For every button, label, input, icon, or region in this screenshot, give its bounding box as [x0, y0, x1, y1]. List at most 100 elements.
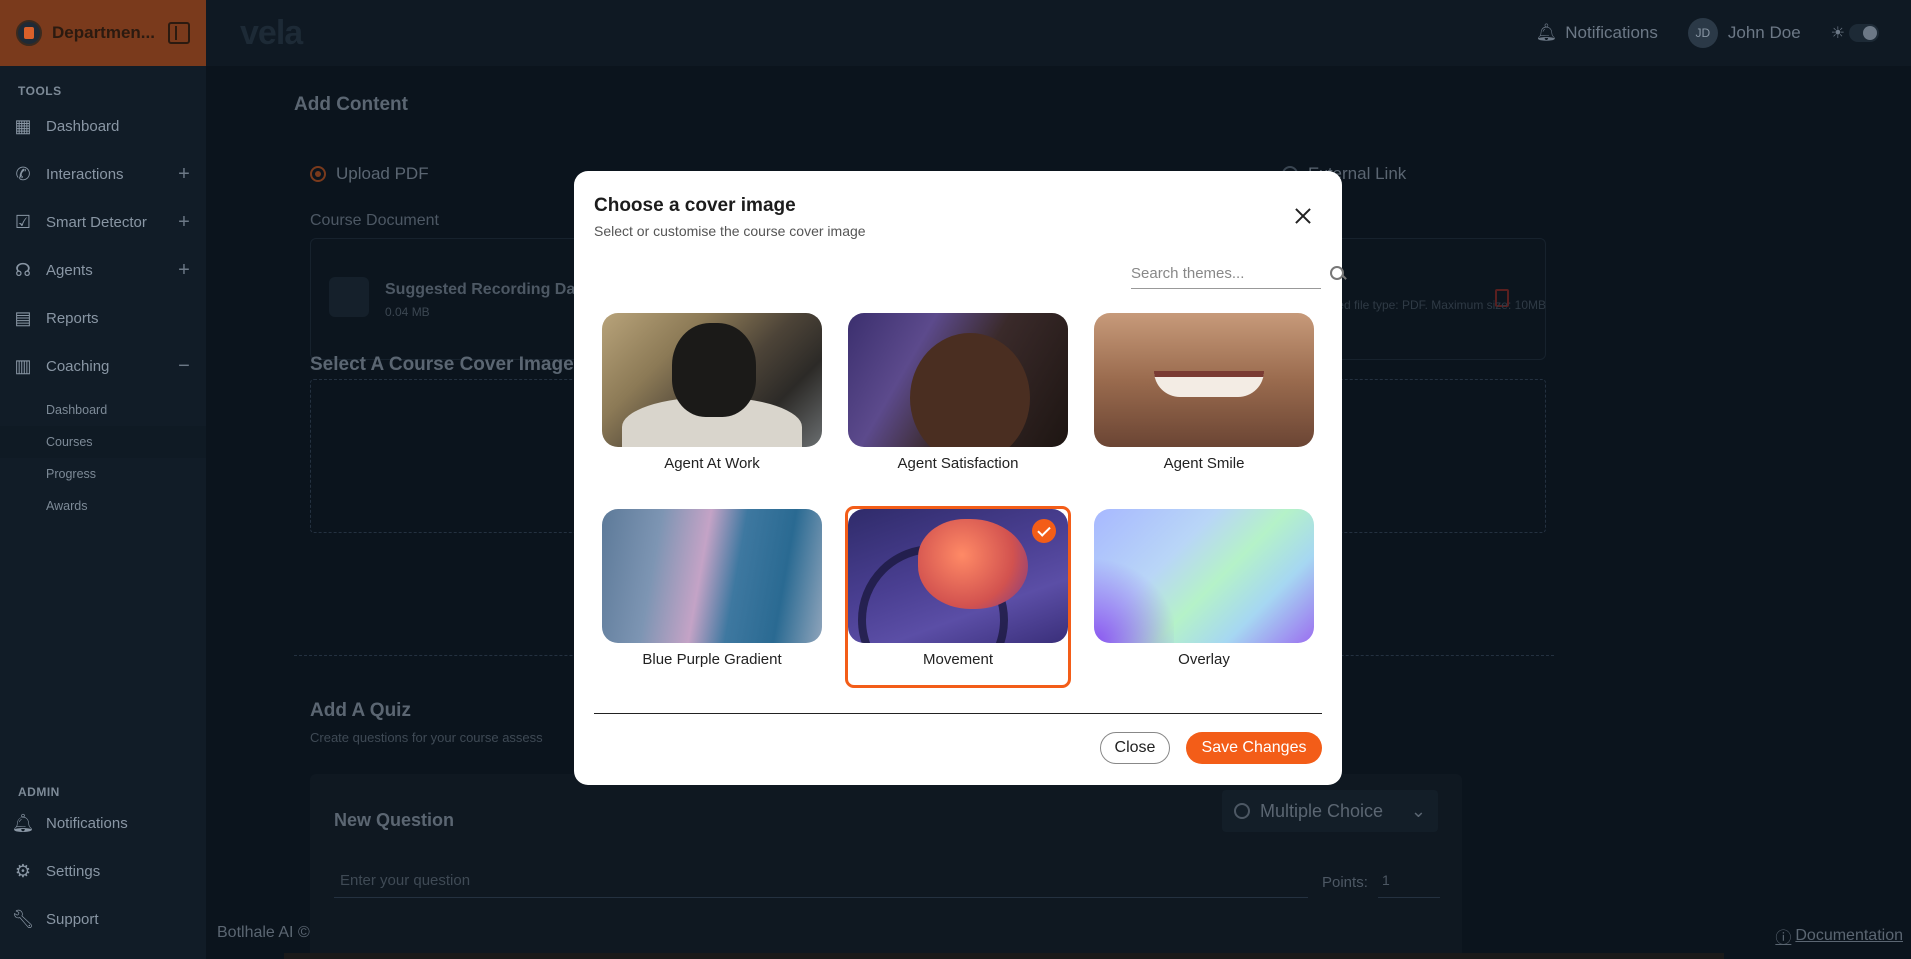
cover-image-heading: Select A Course Cover Image [310, 354, 574, 375]
expand-plus-icon[interactable]: + [174, 163, 194, 186]
cover-option-overlay[interactable]: Overlay [1094, 509, 1314, 685]
sidebar-item-label: Agents [46, 261, 93, 279]
question-input[interactable]: Enter your question [334, 864, 1308, 898]
upload-pdf-option[interactable]: Upload PDF [310, 164, 429, 184]
report-icon: ▤ [14, 307, 32, 328]
agent-smile-image [1094, 313, 1314, 447]
sidebar-item-label: Support [46, 910, 99, 928]
toggle-switch [1849, 24, 1879, 42]
agent-at-work-image [602, 313, 822, 447]
sidebar-item-reports[interactable]: ▤ Reports [0, 294, 206, 342]
documentation-label: Documentation [1795, 927, 1903, 944]
sidebar-item-label: Interactions [46, 165, 124, 183]
notifications-button[interactable]: 🔔︎ Notifications [1536, 23, 1658, 43]
cover-option-agent-satisfaction[interactable]: Agent Satisfaction [848, 313, 1068, 489]
radio-selected [310, 166, 326, 182]
tools-section-label: TOOLS [18, 84, 62, 98]
cover-option-label: Agent Satisfaction [897, 455, 1019, 472]
document-size: 0.04 MB [385, 305, 430, 319]
question-type-select[interactable]: Multiple Choice ⌄ [1222, 790, 1438, 832]
upload-pdf-label: Upload PDF [336, 164, 429, 183]
quiz-subtitle: Create questions for your course assess [310, 730, 543, 745]
top-bar: vela 🔔︎ Notifications JD John Doe ☀ [206, 0, 1911, 66]
sidebar-item-smart-detector[interactable]: ☑ Smart Detector + [0, 198, 206, 246]
help-circle-icon: ⓘ [1775, 930, 1792, 947]
cover-option-agent-at-work[interactable]: Agent At Work [602, 313, 822, 489]
page-title: Add Content [294, 94, 408, 115]
close-button[interactable]: Close [1100, 732, 1170, 764]
department-logo-icon [16, 20, 42, 46]
sidebar-collapse-icon[interactable] [168, 22, 190, 44]
theme-toggle[interactable]: ☀ [1831, 23, 1879, 43]
points-label: Points: [1322, 874, 1368, 891]
close-icon[interactable] [1294, 207, 1312, 225]
department-switcher[interactable]: Departmen... [0, 0, 206, 66]
cover-option-label: Blue Purple Gradient [642, 651, 782, 668]
chevron-down-icon: ⌄ [1410, 800, 1426, 821]
cover-option-label: Movement [922, 651, 994, 668]
cover-option-blue-purple-gradient[interactable]: Blue Purple Gradient [602, 509, 822, 685]
sun-icon: ☀ [1830, 25, 1845, 42]
sidebar-subitem-progress[interactable]: Progress [0, 458, 206, 490]
sidebar-item-interactions[interactable]: ✆ Interactions + [0, 150, 206, 198]
radio-icon [1234, 803, 1250, 819]
cover-option-agent-smile[interactable]: Agent Smile [1094, 313, 1314, 489]
bell-icon: 🔔︎ [1535, 23, 1558, 42]
check-box-icon: ☑ [14, 211, 32, 232]
blue-purple-gradient-image [602, 509, 822, 643]
sidebar-item-label: Settings [46, 862, 101, 880]
books-icon: ▥ [14, 355, 32, 376]
document-name: Suggested Recording Da [385, 281, 576, 298]
phone-icon: ✆ [15, 163, 31, 184]
brand-logo: vela [240, 13, 303, 52]
collapse-minus-icon[interactable]: − [174, 355, 194, 378]
gear-icon: ⚙ [14, 860, 32, 881]
user-name: John Doe [1727, 23, 1801, 42]
sidebar-item-agents[interactable]: ☊ Agents + [0, 246, 206, 294]
cover-option-movement[interactable]: Movement [845, 506, 1071, 688]
cover-option-label: Overlay [1178, 651, 1230, 668]
avatar: JD [1687, 18, 1718, 48]
documentation-link[interactable]: ⓘ Documentation [1775, 924, 1903, 948]
expand-plus-icon[interactable]: + [174, 259, 194, 282]
bottom-strip [284, 953, 1724, 959]
modal-subtitle: Select or customise the course cover ima… [594, 223, 866, 239]
sidebar-item-label: Smart Detector [46, 213, 147, 231]
footer-copyright: Botlhale AI © [217, 924, 310, 941]
file-icon [329, 277, 369, 317]
coaching-submenu: Dashboard Courses Progress Awards [0, 390, 206, 528]
agent-satisfaction-image [848, 313, 1068, 447]
user-menu[interactable]: JD John Doe [1687, 18, 1801, 48]
search-input[interactable] [1131, 265, 1330, 282]
theme-search [1131, 259, 1344, 289]
bell-icon: 🔔︎ [11, 812, 35, 833]
sidebar-item-label: Notifications [46, 814, 128, 832]
sidebar-item-settings[interactable]: ⚙ Settings [0, 847, 206, 895]
points-input[interactable]: 1 [1378, 864, 1440, 898]
sidebar-item-label: Reports [46, 309, 99, 327]
expand-plus-icon[interactable]: + [174, 211, 194, 234]
cover-image-modal: Choose a cover image Select or customise… [574, 171, 1344, 785]
cover-option-label: Agent Smile [1163, 455, 1245, 472]
quiz-heading: Add A Quiz [310, 700, 411, 721]
overlay-image [1094, 509, 1314, 643]
sidebar-item-notifications[interactable]: 🔔︎ Notifications [0, 799, 206, 847]
grid-icon: ▦ [14, 115, 32, 136]
sidebar-subitem-courses[interactable]: Courses [0, 426, 206, 458]
notifications-label: Notifications [1565, 23, 1658, 42]
sidebar-item-support[interactable]: 🔧︎ Support [0, 895, 206, 943]
admin-section-label: ADMIN [18, 785, 60, 799]
sidebar-subitem-dashboard[interactable]: Dashboard [0, 394, 206, 426]
sidebar-item-coaching[interactable]: ▥ Coaching − [0, 342, 206, 390]
question-card: New Question Multiple Choice ⌄ Enter you… [310, 774, 1462, 959]
course-document-label: Course Document [310, 212, 439, 229]
cover-image-grid: Agent At Work Agent Satisfaction Agent S… [602, 313, 1314, 688]
sidebar-subitem-awards[interactable]: Awards [0, 490, 206, 522]
question-title: New Question [334, 810, 455, 830]
sidebar-item-label: Coaching [46, 357, 110, 375]
save-changes-button[interactable]: Save Changes [1186, 732, 1322, 764]
modal-divider [594, 713, 1322, 714]
sidebar-item-dashboard[interactable]: ▦ Dashboard [0, 102, 206, 150]
wrench-icon: 🔧︎ [11, 908, 35, 929]
modal-title: Choose a cover image [594, 195, 796, 216]
